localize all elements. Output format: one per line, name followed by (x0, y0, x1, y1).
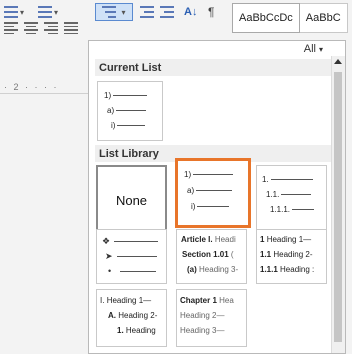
dot-bullet-icon: • (108, 266, 112, 276)
multilevel-list-icon (102, 6, 117, 18)
level-text: Heading 2— (180, 311, 225, 320)
none-label: None (115, 192, 148, 208)
gallery-scrollbar[interactable] (331, 56, 345, 353)
bullets-icon (4, 6, 18, 18)
level-text: Heading : (280, 265, 315, 274)
pilcrow-icon: ¶ (208, 5, 215, 19)
level-label: a) (107, 106, 115, 115)
level-text: Heading (125, 326, 156, 335)
level-text: Hea (219, 296, 234, 305)
list-tile-decimal[interactable]: 1. 1.1. 1.1.1. (256, 165, 327, 235)
list-tile-paren[interactable]: 1) a) i) (175, 158, 251, 228)
align-right-button[interactable] (44, 22, 58, 34)
multilevel-list-gallery: All ▾ Current List 1) a) i) List Library… (88, 40, 346, 354)
decrease-indent-icon (140, 6, 154, 18)
increase-indent-icon (160, 6, 174, 18)
gallery-filter[interactable]: All ▾ (304, 43, 323, 55)
chevron-down-icon: ▾ (20, 7, 25, 17)
level-number: I. (100, 296, 105, 305)
numbering-icon (38, 6, 52, 18)
ribbon: ▾ ▾ ▾ A↓ ¶ AaBbCcDc AaBbC (0, 0, 352, 40)
bullets-button[interactable]: ▾ (4, 4, 24, 20)
numbering-button[interactable]: ▾ (38, 4, 58, 20)
level-number: 1 (260, 235, 265, 244)
level-number: Article I. (181, 235, 213, 244)
align-left-button[interactable] (4, 22, 18, 34)
level-number: 1.1 (260, 250, 272, 259)
level-label: 1.1.1. (270, 205, 291, 214)
level-label: i) (191, 202, 196, 211)
chevron-down-icon: ▾ (121, 7, 126, 17)
styles-gallery: AaBbCcDc AaBbC (232, 3, 348, 33)
scroll-thumb[interactable] (334, 72, 342, 342)
list-tile-roman-heading[interactable]: I. Heading 1— A. Heading 2- 1. Heading (96, 289, 167, 347)
level-number: (a) (187, 265, 197, 274)
show-hide-button[interactable]: ¶ (208, 4, 214, 20)
level-number: A. (108, 311, 116, 320)
decrease-indent-button[interactable] (140, 4, 154, 20)
sort-button[interactable]: A↓ (184, 4, 197, 20)
level-number: 1. (117, 326, 124, 335)
level-label: i) (111, 121, 116, 130)
diamond-bullet-icon: ❖ (102, 236, 111, 246)
chevron-down-icon: ▾ (318, 44, 323, 54)
current-list-header: Current List (95, 59, 331, 76)
level-number: Chapter 1 (180, 296, 217, 305)
style-normal[interactable]: AaBbCcDc (232, 3, 300, 33)
justify-button[interactable] (64, 22, 78, 34)
level-text: ( (230, 250, 234, 259)
gallery-filter-label: All (303, 43, 316, 55)
level-label: a) (187, 186, 195, 195)
list-none-tile[interactable]: None (96, 165, 167, 235)
style-no-spacing[interactable]: AaBbC (299, 3, 348, 33)
level-number: Section 1.01 (182, 250, 229, 259)
level-label: 1. (262, 175, 269, 184)
increase-indent-button[interactable] (160, 4, 174, 20)
level-text: Heading 2- (118, 311, 158, 320)
level-label: 1) (104, 91, 112, 100)
list-tile-chapter[interactable]: Chapter 1 Hea Heading 2— Heading 3— (176, 289, 247, 347)
level-label: 1.1. (266, 190, 280, 199)
current-list-tile[interactable]: 1) a) i) (97, 81, 163, 141)
list-tile-article[interactable]: Article I. Headi Section 1.01 ( (a) Head… (176, 229, 247, 284)
level-label: 1) (184, 170, 192, 179)
level-text: Heading 1— (106, 296, 152, 305)
chevron-down-icon: ▾ (54, 7, 59, 17)
ruler-divider (0, 93, 95, 94)
multilevel-list-button[interactable]: ▾ (95, 3, 133, 21)
level-text: Heading 1— (266, 235, 312, 244)
align-center-button[interactable] (24, 22, 38, 34)
list-tile-heading-decimal[interactable]: 1 Heading 1— 1.1 Heading 2- 1.1.1 Headin… (256, 229, 327, 284)
level-text: Heading 3- (199, 265, 239, 274)
list-tile-bullets[interactable]: ❖ ➤ • (96, 229, 167, 284)
level-text: Heading 2- (273, 250, 313, 259)
level-text: Heading 3— (180, 326, 225, 335)
arrow-bullet-icon: ➤ (105, 251, 113, 261)
level-number: 1.1.1 (260, 265, 278, 274)
sort-az-icon: A↓ (184, 6, 198, 18)
level-text: Headi (214, 235, 236, 244)
scroll-up-icon[interactable] (334, 59, 342, 64)
